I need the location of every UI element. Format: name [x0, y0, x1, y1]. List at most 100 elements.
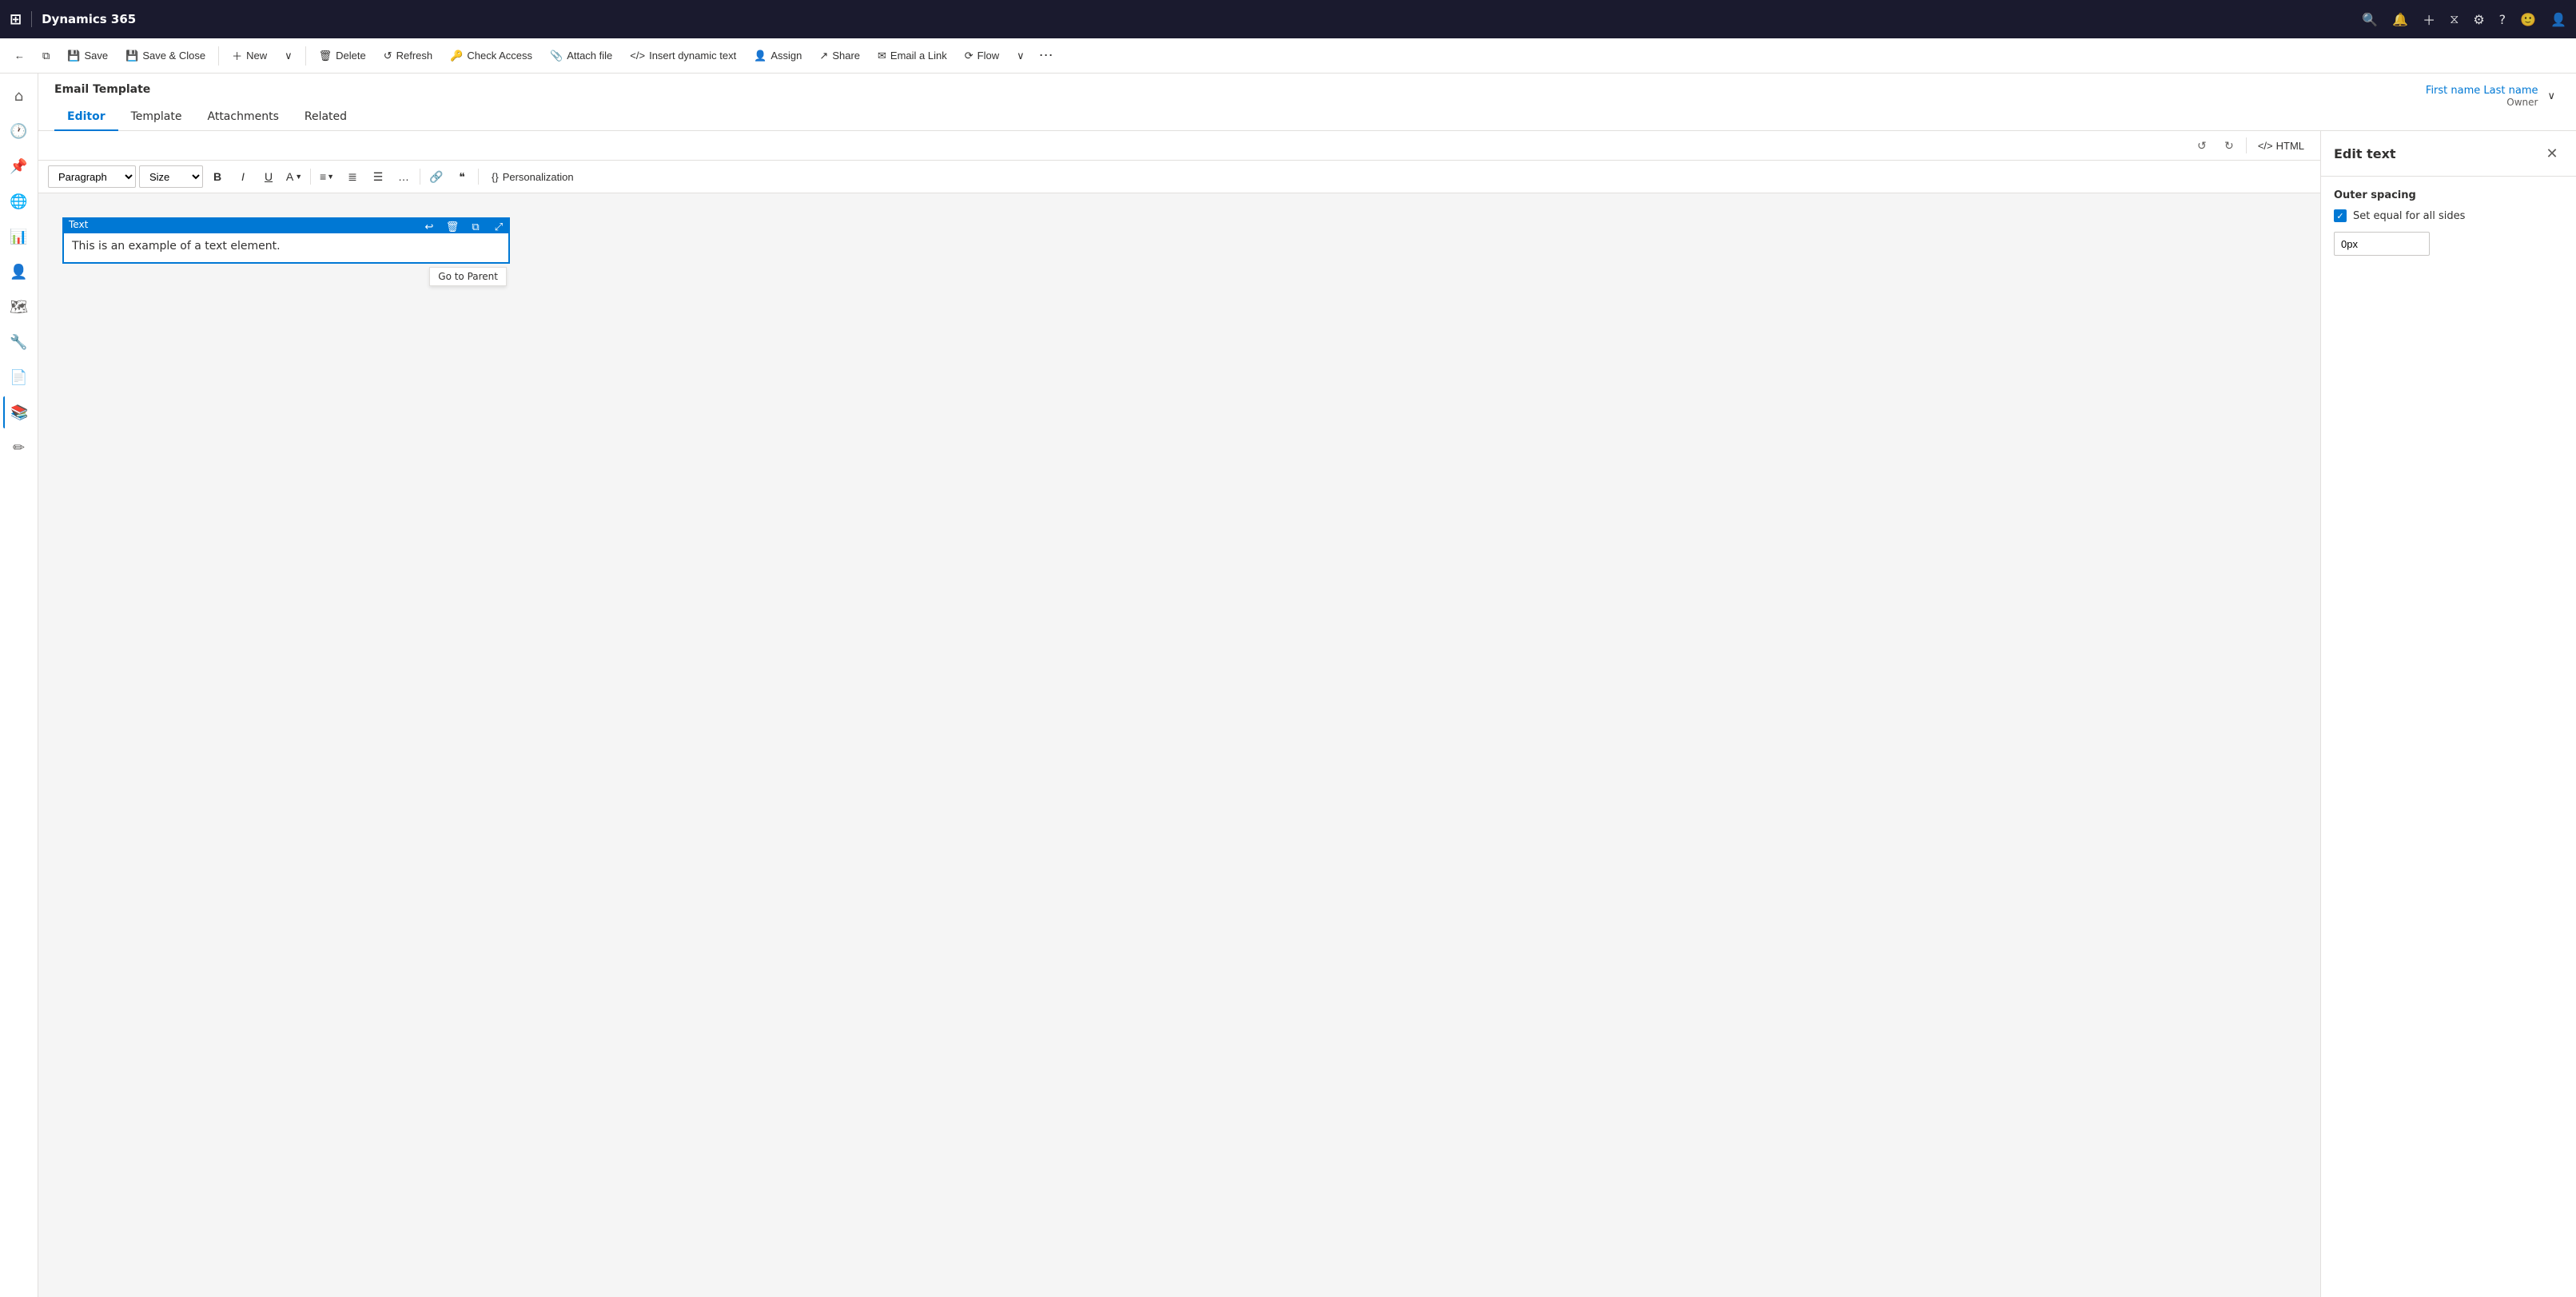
share-button[interactable]: ↗ Share [811, 43, 868, 69]
align-dropdown[interactable]: ▼ [327, 173, 334, 181]
more-format-button[interactable]: … [392, 165, 415, 188]
record-header-left: Email Template Editor Template Attachmen… [54, 83, 360, 130]
search-icon[interactable]: 🔍 [2362, 12, 2378, 27]
top-bar: ⊞ Dynamics 365 🔍 🔔 ＋ ⧖ ⚙ ? 🙂 👤 [0, 0, 2576, 38]
check-access-button[interactable]: 🔑 Check Access [442, 43, 540, 69]
save-icon: 💾 [67, 50, 80, 62]
bold-button[interactable]: B [206, 165, 229, 188]
email-link-button[interactable]: ✉ Email a Link [870, 43, 955, 69]
tab-editor[interactable]: Editor [54, 104, 118, 131]
add-icon[interactable]: ＋ [2423, 10, 2435, 29]
link-icon: 🔗 [429, 170, 443, 184]
html-icon: </> [2258, 140, 2273, 152]
help-icon[interactable]: ? [2499, 12, 2506, 27]
face-icon[interactable]: 🙂 [2520, 12, 2536, 27]
owner-name[interactable]: First name Last name [2426, 85, 2538, 97]
underline-button[interactable]: U [257, 165, 280, 188]
undo-button[interactable]: ↺ [2190, 134, 2214, 157]
list-ol-button[interactable]: ≣ [341, 165, 364, 188]
brand-logo: ⊞ [10, 11, 22, 28]
checkbox-check-icon: ✓ [2336, 212, 2343, 221]
notification-icon[interactable]: 🔔 [2392, 12, 2408, 27]
back-icon: ← [14, 50, 25, 62]
insert-dynamic-label: Insert dynamic text [649, 50, 736, 62]
sidebar-item-tool[interactable]: 🔧 [3, 326, 35, 358]
app-brand: ⊞ Dynamics 365 [10, 11, 136, 28]
new-button[interactable]: ＋ New [224, 43, 275, 69]
new-icon: ＋ [232, 48, 242, 63]
sidebar-item-document[interactable]: 📄 [3, 361, 35, 393]
font-color-dropdown[interactable]: ▼ [295, 173, 302, 181]
more-button[interactable]: ⋯ [1034, 43, 1058, 69]
brand-divider [31, 11, 32, 27]
right-panel-title: Edit text [2334, 146, 2396, 161]
align-icon: ≡ [320, 170, 326, 183]
owner-dropdown-button[interactable]: ∨ [2542, 83, 2560, 109]
text-element-bar: Text ↩ 🗑 ⧉ ⤢ [62, 217, 510, 232]
cmd-divider-1 [218, 46, 219, 66]
flow-button[interactable]: ⟳ Flow [957, 43, 1007, 69]
back-button[interactable]: ← [6, 43, 33, 69]
sidebar-item-home[interactable]: ⌂ [3, 80, 35, 112]
flow-dropdown-button[interactable]: ∨ [1009, 43, 1033, 69]
toolbar-divider-3 [478, 169, 479, 185]
new-dropdown-button[interactable]: ∨ [277, 43, 301, 69]
redo-button[interactable]: ↻ [2217, 134, 2241, 157]
assign-button[interactable]: 👤 Assign [746, 43, 810, 69]
sidebar-item-library[interactable]: 📚 [3, 396, 35, 428]
text-element-content[interactable]: This is an example of a text element. Go… [62, 232, 510, 264]
delete-label: Delete [336, 50, 366, 62]
go-to-parent-tooltip[interactable]: Go to Parent [429, 267, 507, 286]
share-label: Share [832, 50, 860, 62]
outer-spacing-label: Outer spacing [2334, 189, 2563, 201]
undo-redo-bar: ↺ ↻ </> HTML [38, 131, 2320, 161]
sidebar-item-signature[interactable]: ✏ [3, 432, 35, 463]
tab-related[interactable]: Related [292, 104, 360, 131]
size-select[interactable]: Size [139, 165, 203, 188]
profile-icon[interactable]: 👤 [2550, 12, 2566, 27]
toolbar-divider-1 [310, 169, 311, 185]
attach-file-button[interactable]: 📎 Attach file [542, 43, 620, 69]
save-close-button[interactable]: 💾 Save & Close [117, 43, 213, 69]
personalization-button[interactable]: {} Personalization [484, 165, 582, 188]
tab-template[interactable]: Template [118, 104, 195, 131]
go-to-parent-label: Go to Parent [438, 271, 498, 282]
refresh-icon: ↺ [384, 50, 392, 62]
sidebar-item-contact[interactable]: 👤 [3, 256, 35, 288]
list-ul-button[interactable]: ☰ [367, 165, 389, 188]
italic-button[interactable]: I [232, 165, 254, 188]
tab-attachments[interactable]: Attachments [195, 104, 292, 131]
font-color-button[interactable]: A ▼ [283, 165, 305, 188]
link-button[interactable]: 🔗 [425, 165, 448, 188]
html-label: HTML [2276, 140, 2304, 152]
top-bar-icons: 🔍 🔔 ＋ ⧖ ⚙ ? 🙂 👤 [2362, 10, 2566, 29]
settings-icon[interactable]: ⚙ [2473, 12, 2484, 27]
delete-button[interactable]: 🗑 Delete [311, 43, 374, 69]
content-area: Email Template Editor Template Attachmen… [38, 74, 2576, 1297]
refresh-button[interactable]: ↺ Refresh [376, 43, 440, 69]
insert-dynamic-button[interactable]: </> Insert dynamic text [622, 43, 744, 69]
tabs: Editor Template Attachments Related [54, 104, 360, 131]
editor-main: ↺ ↻ </> HTML Paragraph Size [38, 131, 2320, 1297]
sidebar-item-recent[interactable]: 🕐 [3, 115, 35, 147]
share-icon: ↗ [819, 50, 828, 62]
personalization-icon: {} [492, 171, 499, 183]
quote-button[interactable]: ❝ [451, 165, 473, 188]
save-button[interactable]: 💾 Save [59, 43, 116, 69]
sidebar-item-map[interactable]: 🗺 [3, 291, 35, 323]
popup-button[interactable]: ⧉ [34, 43, 58, 69]
sidebar-item-pin[interactable]: 📌 [3, 150, 35, 182]
bold-icon: B [213, 170, 221, 183]
font-color-icon: A [286, 170, 293, 183]
right-panel-close-button[interactable]: ✕ [2541, 142, 2563, 165]
html-button[interactable]: </> HTML [2252, 134, 2311, 157]
set-equal-checkbox[interactable]: ✓ [2334, 209, 2347, 222]
sidebar-item-globe[interactable]: 🌐 [3, 185, 35, 217]
paragraph-select[interactable]: Paragraph [48, 165, 136, 188]
text-element-text: This is an example of a text element. [72, 240, 281, 253]
spacing-input[interactable] [2335, 235, 2430, 253]
list-ol-icon: ≣ [348, 170, 357, 184]
filter-icon[interactable]: ⧖ [2450, 11, 2459, 27]
align-button[interactable]: ≡ ▼ [316, 165, 338, 188]
sidebar-item-report[interactable]: 📊 [3, 221, 35, 253]
